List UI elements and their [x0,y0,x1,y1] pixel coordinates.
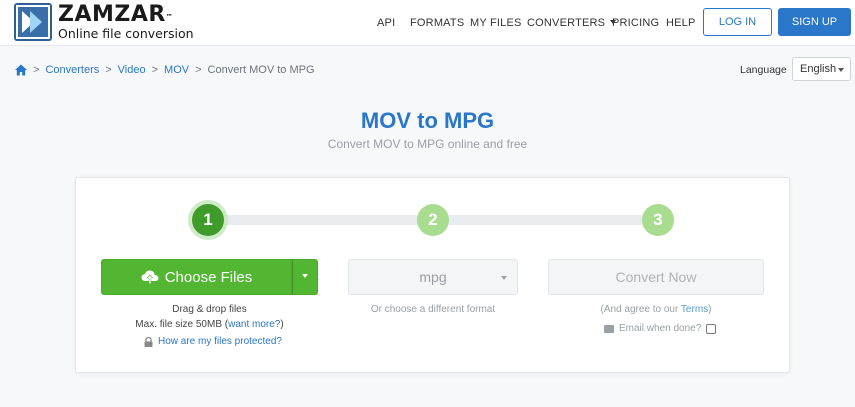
logo-name: ZAMZAR [58,2,166,27]
page-subtitle: Convert MOV to MPG online and free [327,137,528,151]
breadcrumb-separator: > [151,64,159,76]
drag-drop-text: Drag & drop files [172,304,247,315]
nav-help[interactable]: HELP [666,17,696,29]
step-2-indicator: 2 [417,204,449,236]
email-when-done-label: Email when done? [619,323,702,334]
breadcrumb-separator: > [195,64,202,76]
max-size-text: Max. file size 50MB ( [135,319,229,330]
home-icon[interactable] [15,64,27,76]
logo-tagline: Online file conversion [58,26,194,41]
breadcrumb-current: Convert MOV to MPG [207,64,315,76]
format-selected: mpg [419,269,447,285]
converter-card: 1 2 3 Choose Files Drag & drop files Max… [75,177,790,373]
language-label: Language [740,64,787,76]
agree-prefix: (And agree to our [600,304,681,315]
chevron-down-icon [302,274,308,278]
choose-files-label: Choose Files [164,268,253,286]
breadcrumb-converters[interactable]: Converters [45,64,99,76]
zamzar-logo[interactable]: ZAMZAR™ Online file conversion [14,3,194,41]
chevron-down-icon [501,276,507,280]
language-selected: English [800,63,837,75]
max-size-close: ) [280,319,284,330]
convert-now-button[interactable]: Convert Now [548,259,764,295]
terms-link[interactable]: Terms [681,304,708,315]
step-1-indicator: 1 [192,204,224,236]
want-more-link[interactable]: want more? [228,319,280,330]
choose-files-dropdown[interactable] [292,259,318,295]
chevron-down-icon [838,68,844,72]
email-when-done-row: Email when done? [604,323,717,334]
signup-button[interactable]: SIGN UP [778,8,851,36]
breadcrumb-separator: > [105,64,112,76]
step-3-indicator: 3 [642,204,674,236]
files-protected-link[interactable]: How are my files protected? [158,336,282,347]
breadcrumb-video[interactable]: Video [118,64,146,76]
nav-converters-label: CONVERTERS [527,17,606,29]
breadcrumb-separator: > [33,64,40,76]
format-select[interactable]: mpg [348,259,518,295]
lock-icon [144,336,153,347]
nav-api[interactable]: API [377,17,395,29]
terms-agreement: (And agree to our Terms) [548,304,764,315]
protected-row: How are my files protected? [144,336,282,347]
nav-my-files[interactable]: MY FILES [470,17,522,29]
logo-play-icon [14,3,52,41]
login-button[interactable]: LOG IN [703,8,772,36]
choose-files-button[interactable]: Choose Files [101,259,292,295]
nav-pricing[interactable]: PRICING [612,17,659,29]
agree-suffix: ) [708,304,712,315]
envelope-icon [604,324,614,333]
logo-trademark: ™ [165,13,174,21]
language-select[interactable]: English [792,57,851,81]
nav-formats[interactable]: FORMATS [410,17,464,29]
cloud-upload-icon [141,270,159,284]
max-file-size: Max. file size 50MB (want more?) [101,319,318,330]
format-hint: Or choose a different format [370,304,496,315]
breadcrumb-mov[interactable]: MOV [164,64,189,76]
page-title: MOV to MPG [360,108,495,133]
site-header: ZAMZAR™ Online file conversion API FORMA… [0,0,855,46]
nav-converters[interactable]: CONVERTERS [527,17,617,29]
breadcrumb: > Converters > Video > MOV > Convert MOV… [15,64,315,76]
email-when-done-checkbox[interactable] [706,323,717,334]
